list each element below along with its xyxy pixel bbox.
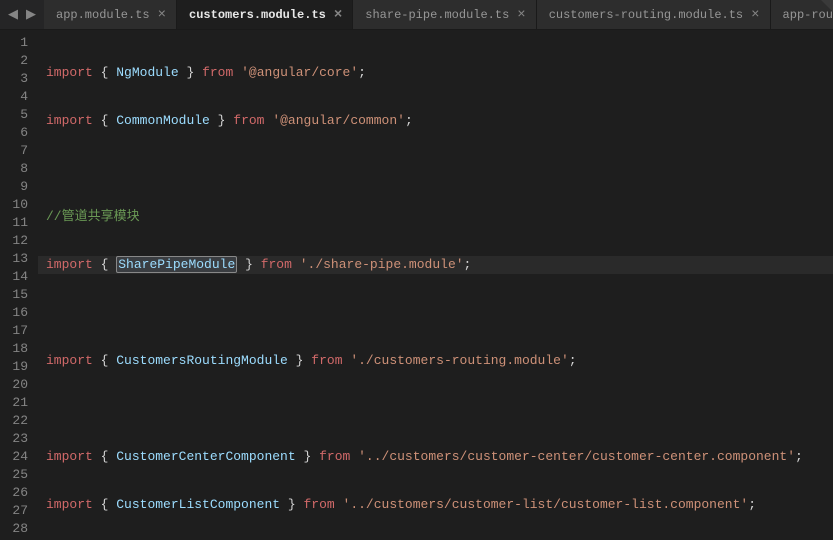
- line-number: 11: [0, 214, 28, 232]
- line-number: 18: [0, 340, 28, 358]
- line-number: 25: [0, 466, 28, 484]
- keyword: import: [46, 65, 93, 80]
- line-number: 27: [0, 502, 28, 520]
- top-bar: ◀ ▶ app.module.ts × customers.module.ts …: [0, 0, 833, 30]
- close-icon[interactable]: ×: [334, 8, 342, 22]
- line-number: 13: [0, 250, 28, 268]
- line-number: 28: [0, 520, 28, 538]
- comment: //管道共享模块: [46, 209, 140, 224]
- line-number: 3: [0, 70, 28, 88]
- tab-customers-module[interactable]: customers.module.ts ×: [177, 0, 353, 29]
- line-number: 22: [0, 412, 28, 430]
- tab-label: share-pipe.module.ts: [365, 8, 509, 22]
- nav-arrows: ◀ ▶: [0, 8, 44, 22]
- nav-prev-icon[interactable]: ◀: [6, 8, 20, 22]
- tab-share-pipe-module[interactable]: share-pipe.module.ts ×: [353, 0, 536, 29]
- line-number: 21: [0, 394, 28, 412]
- active-line: import { SharePipeModule } from './share…: [38, 256, 833, 274]
- line-number: 20: [0, 376, 28, 394]
- tab-label: customers.module.ts: [189, 8, 326, 22]
- tab-app-module[interactable]: app.module.ts ×: [44, 0, 177, 29]
- line-number: 7: [0, 142, 28, 160]
- line-number: 23: [0, 430, 28, 448]
- line-number: 4: [0, 88, 28, 106]
- line-number: 17: [0, 322, 28, 340]
- line-number: 16: [0, 304, 28, 322]
- line-number: 19: [0, 358, 28, 376]
- tab-customers-routing-module[interactable]: customers-routing.module.ts ×: [537, 0, 771, 29]
- code-area[interactable]: import { NgModule } from '@angular/core'…: [38, 30, 833, 540]
- line-number: 10: [0, 196, 28, 214]
- line-number: 24: [0, 448, 28, 466]
- line-number: 12: [0, 232, 28, 250]
- tab-bar: app.module.ts × customers.module.ts × sh…: [44, 0, 833, 29]
- line-number: 8: [0, 160, 28, 178]
- tab-label: customers-routing.module.ts: [549, 8, 743, 22]
- nav-next-icon[interactable]: ▶: [24, 8, 38, 22]
- line-number: 15: [0, 286, 28, 304]
- editor[interactable]: 1234567891011121314151617181920212223242…: [0, 30, 833, 540]
- close-icon[interactable]: ×: [517, 8, 525, 22]
- line-number-gutter: 1234567891011121314151617181920212223242…: [0, 30, 38, 540]
- close-icon[interactable]: ×: [751, 8, 759, 22]
- selected-text: SharePipeModule: [116, 256, 237, 273]
- line-number: 1: [0, 34, 28, 52]
- line-number: 14: [0, 268, 28, 286]
- tab-label: app.module.ts: [56, 8, 150, 22]
- line-number: 9: [0, 178, 28, 196]
- line-number: 5: [0, 106, 28, 124]
- line-number: 26: [0, 484, 28, 502]
- close-icon[interactable]: ×: [158, 8, 166, 22]
- line-number: 6: [0, 124, 28, 142]
- line-number: 2: [0, 52, 28, 70]
